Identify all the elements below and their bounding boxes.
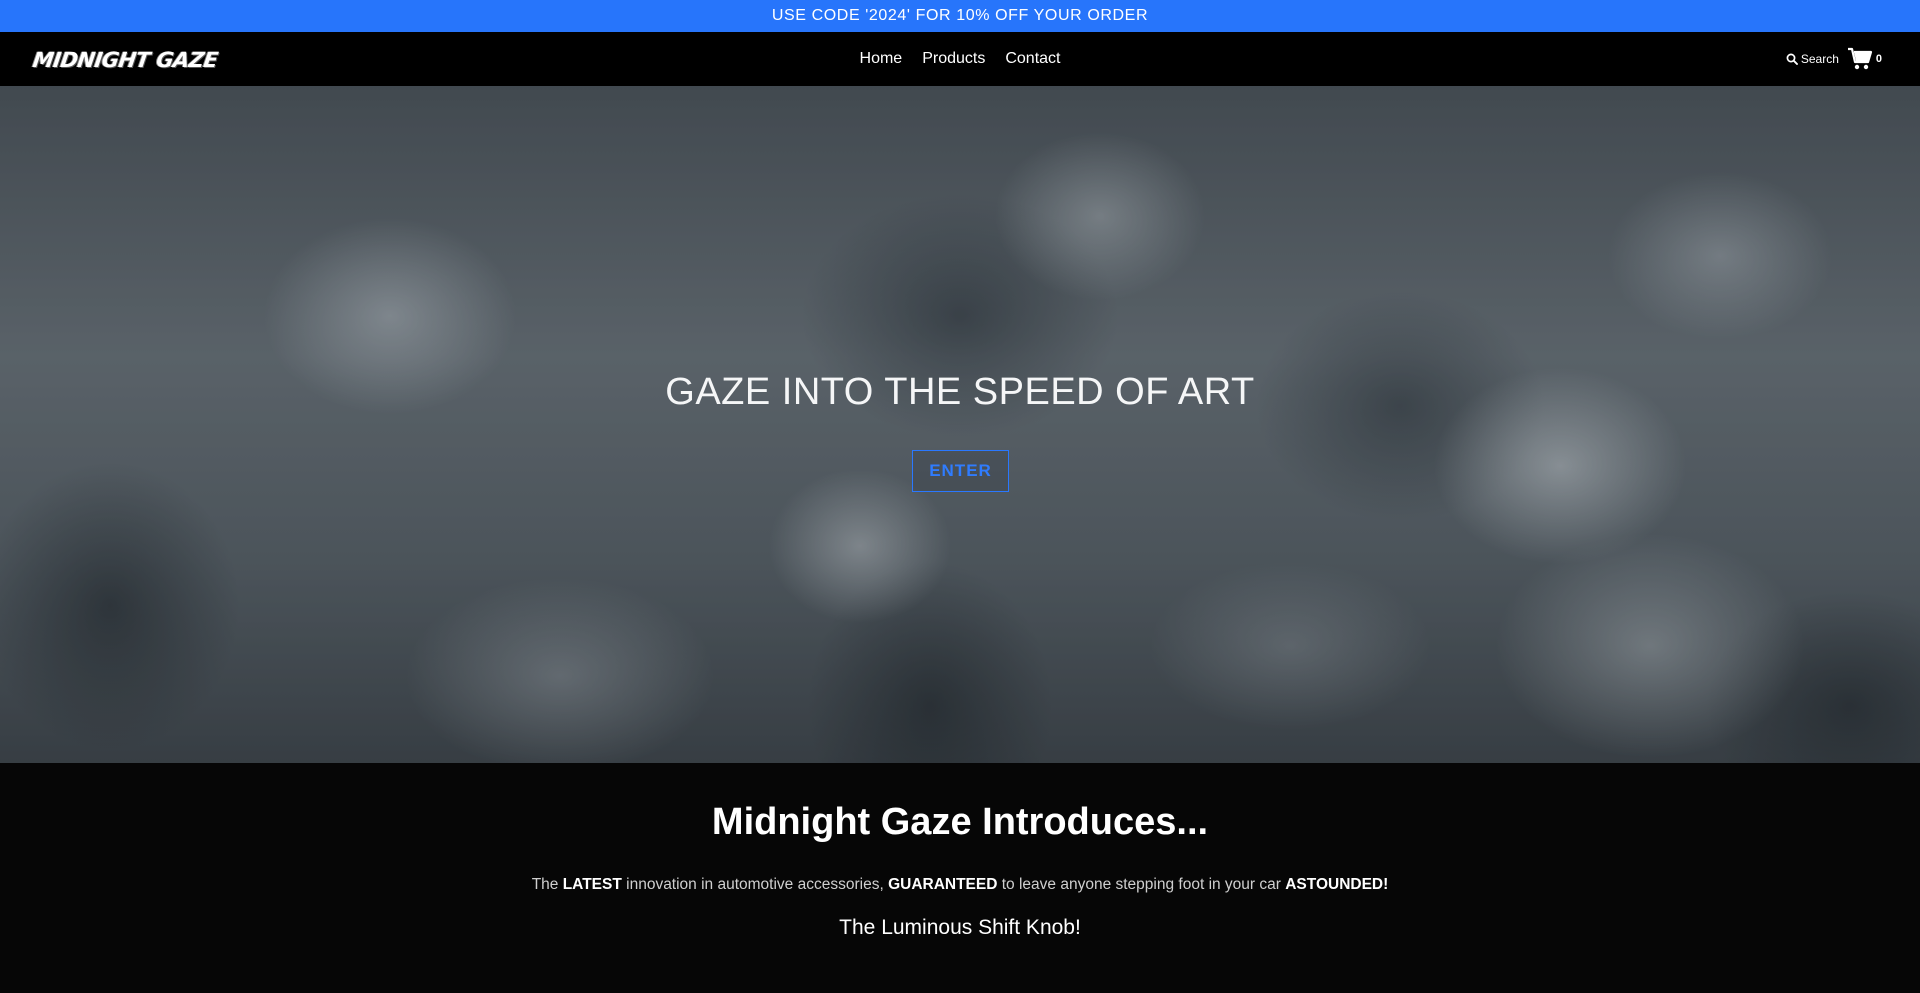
intro-heading: Midnight Gaze Introduces... bbox=[711, 801, 1209, 843]
cart-button[interactable]: 0 bbox=[1847, 47, 1882, 71]
search-icon bbox=[1786, 53, 1798, 65]
intro-text-emphasis: LATEST bbox=[562, 876, 622, 893]
intro-text-emphasis: GUARANTEED bbox=[888, 876, 998, 893]
announcement-text: USE CODE '2024' FOR 10% OFF YOUR ORDER bbox=[771, 7, 1149, 24]
hero-banner: GAZE INTO THE SPEED OF ART ENTER bbox=[0, 86, 1920, 763]
nav-contact-link[interactable]: Contact bbox=[1005, 50, 1060, 68]
intro-text-part: The bbox=[531, 876, 563, 893]
intro-section: Midnight Gaze Introduces... The LATEST i… bbox=[0, 763, 1920, 993]
nav-products-link[interactable]: Products bbox=[922, 50, 985, 68]
intro-text: The LATEST innovation in automotive acce… bbox=[0, 876, 1920, 894]
site-logo[interactable]: MIDNIGHT GAZE bbox=[31, 48, 219, 72]
nav-home-link[interactable]: Home bbox=[860, 50, 903, 68]
intro-text-part: to leave anyone stepping foot in your ca… bbox=[997, 876, 1286, 893]
cart-icon bbox=[1847, 47, 1872, 70]
site-header: MIDNIGHT GAZE Home Products Contact Sear… bbox=[0, 32, 1920, 86]
main-nav: Home Products Contact bbox=[0, 32, 1920, 86]
header-actions: Search 0 bbox=[1786, 32, 1882, 86]
cart-count: 0 bbox=[1875, 53, 1882, 65]
enter-button[interactable]: ENTER bbox=[912, 450, 1009, 492]
intro-text-emphasis: ASTOUNDED! bbox=[1285, 876, 1389, 893]
search-label: Search bbox=[1800, 52, 1839, 66]
search-button[interactable]: Search bbox=[1786, 52, 1839, 66]
hero-title: GAZE INTO THE SPEED OF ART bbox=[665, 371, 1255, 413]
intro-subheading: The Luminous Shift Knob! bbox=[839, 916, 1081, 939]
hero-cloud-background bbox=[0, 86, 1920, 763]
intro-text-part: innovation in automotive accessories, bbox=[621, 876, 889, 893]
announcement-bar: USE CODE '2024' FOR 10% OFF YOUR ORDER bbox=[0, 0, 1920, 32]
